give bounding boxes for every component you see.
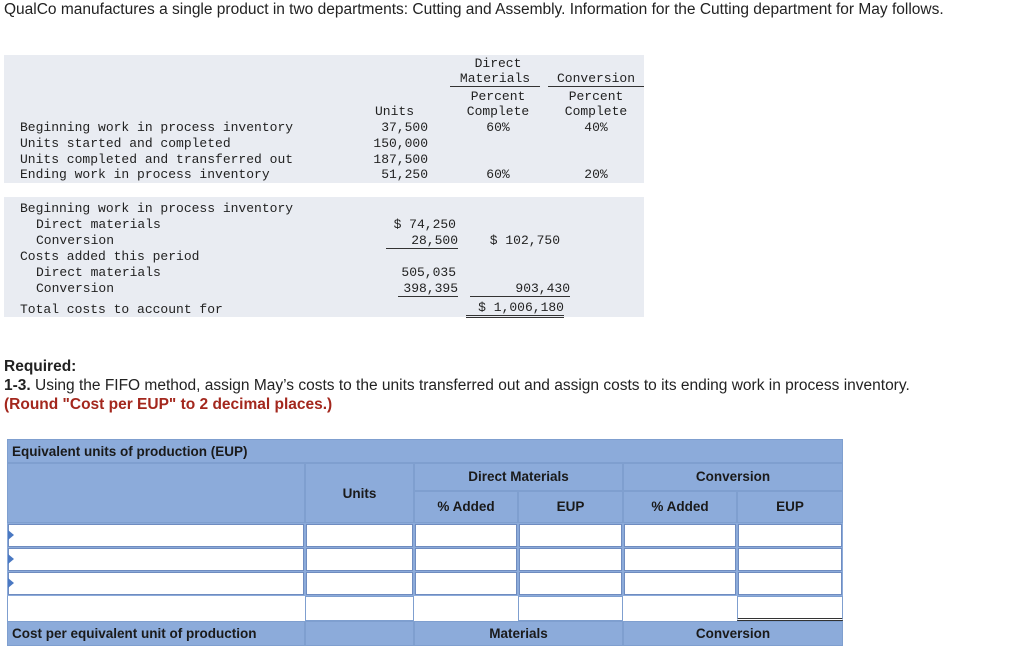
row-units: 51,250 (381, 167, 428, 182)
conv-eup-input[interactable] (738, 524, 842, 547)
row-dm: 60% (486, 167, 510, 182)
added-total: 903,430 (470, 281, 570, 297)
row-dm: 60% (486, 120, 510, 135)
units-input[interactable] (306, 572, 413, 595)
cost-per-blank (305, 621, 414, 646)
col-conv-line1: Conversion (548, 71, 644, 87)
col-dm-line1: Direct (474, 56, 522, 71)
beg-total: $ 102,750 (489, 233, 560, 248)
dm-eup-total-input[interactable] (518, 596, 623, 621)
added-label: Costs added this period (20, 249, 200, 264)
dm-pct-input[interactable] (415, 572, 517, 595)
added-dm-label: Direct materials (36, 265, 161, 280)
added-conv-value: 398,395 (398, 281, 458, 297)
conversion-label: Conversion (623, 621, 843, 646)
conv-header: Conversion (623, 463, 843, 491)
col-units: Units (374, 104, 414, 119)
conv-eup-input[interactable] (738, 548, 842, 571)
added-dm-value: 505,035 (401, 265, 456, 280)
dm-eup-input[interactable] (519, 572, 622, 595)
dropdown-arrow-icon (8, 578, 14, 588)
dm-pct-added-header: % Added (414, 491, 518, 523)
beg-label: Beginning work in process inventory (20, 201, 294, 216)
beg-dm-value: $ 74,250 (393, 217, 456, 232)
conv-eup-header: EUP (737, 491, 843, 523)
intro-text: QualCo manufactures a single product in … (4, 1, 944, 18)
row-units: 37,500 (381, 120, 428, 135)
cost-per-eup-label: Cost per equivalent unit of production (7, 621, 305, 646)
question-number: 1-3. (4, 377, 31, 394)
conv-eup-total-input[interactable] (737, 596, 843, 621)
row-label: Beginning work in process inventory (20, 120, 294, 135)
col-conv-line3: Complete (564, 104, 628, 119)
total-label: Total costs to account for (20, 302, 223, 317)
col-conv-line2: Percent (568, 89, 624, 104)
dm-eup-input[interactable] (519, 524, 622, 547)
row-label: Ending work in process inventory (20, 167, 270, 182)
units-input[interactable] (306, 524, 413, 547)
conv-pct-added-header: % Added (623, 491, 737, 523)
beg-conv-value: 28,500 (386, 233, 458, 249)
required-heading: Required: (4, 358, 77, 375)
materials-label: Materials (414, 621, 623, 646)
units-header: Units (305, 463, 414, 523)
dm-pct-input[interactable] (415, 524, 517, 547)
row-label: Units started and completed (20, 136, 231, 151)
rounding-note: (Round "Cost per EUP" to 2 decimal place… (4, 396, 333, 413)
question-text: Using the FIFO method, assign May’s cost… (30, 377, 910, 394)
row-label: Units completed and transferred out (20, 152, 294, 167)
added-conv-label: Conversion (36, 281, 115, 296)
dm-eup-input[interactable] (519, 548, 622, 571)
dm-eup-header: EUP (518, 491, 623, 523)
eup-grid: Equivalent units of production (EUP) Uni… (7, 439, 843, 646)
conv-eup-input[interactable] (738, 572, 842, 595)
row-conv: 40% (584, 120, 608, 135)
header-blank (7, 463, 305, 523)
col-dm-line2: Materials (450, 71, 540, 87)
conv-pct-input[interactable] (624, 572, 736, 595)
total-row (7, 596, 843, 621)
col-dm-line4: Complete (466, 104, 530, 119)
required-section: Required: 1-3. Using the FIFO method, as… (4, 357, 1004, 414)
row-label-dropdown[interactable] (8, 572, 304, 595)
dropdown-arrow-icon (8, 530, 14, 540)
row-units: 187,500 (373, 152, 428, 167)
units-input[interactable] (306, 548, 413, 571)
total-value: $ 1,006,180 (466, 300, 564, 318)
row-units: 150,000 (373, 136, 428, 151)
row-label-dropdown[interactable] (8, 548, 304, 571)
row-conv: 20% (584, 167, 608, 182)
eup-title: Equivalent units of production (EUP) (7, 439, 843, 463)
beg-dm-label: Direct materials (36, 217, 161, 232)
units-total-input[interactable] (305, 596, 414, 621)
conv-pct-input[interactable] (624, 524, 736, 547)
dropdown-arrow-icon (8, 554, 14, 564)
row-label-dropdown[interactable] (8, 524, 304, 547)
dm-pct-input[interactable] (415, 548, 517, 571)
col-dm-line3: Percent (470, 89, 526, 104)
dm-header: Direct Materials (414, 463, 623, 491)
beg-conv-label: Conversion (36, 233, 115, 248)
conv-pct-input[interactable] (624, 548, 736, 571)
required-question: 1-3. Using the FIFO method, assign May’s… (4, 376, 1004, 395)
